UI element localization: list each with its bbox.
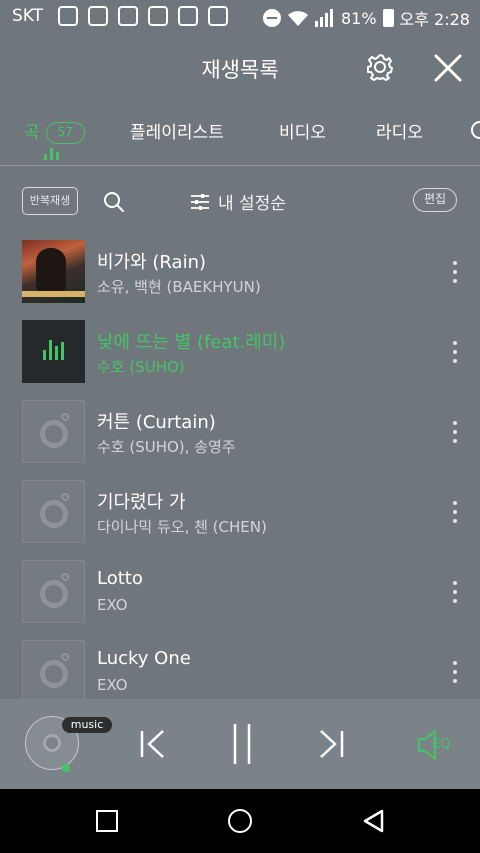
previous-track-icon[interactable] xyxy=(139,729,167,759)
more-options-icon[interactable] xyxy=(451,261,459,283)
message-icon xyxy=(58,6,78,26)
progress-dot xyxy=(62,764,70,772)
song-count-badge: 57 xyxy=(45,122,85,144)
list-item[interactable]: 비가와 (Rain) 소유, 백현 (BAEKHYUN) xyxy=(0,233,480,313)
song-title: 커튼 (Curtain) xyxy=(97,412,216,433)
signal-icon xyxy=(314,9,333,27)
edit-button[interactable]: 편집 xyxy=(413,188,457,212)
tab-radio[interactable]: 라디오 xyxy=(376,118,423,143)
close-icon[interactable] xyxy=(432,52,464,84)
back-icon[interactable] xyxy=(362,809,386,833)
tab-playlist[interactable]: 플레이리스트 xyxy=(130,118,224,143)
song-title: Lotto xyxy=(97,568,143,589)
pause-icon[interactable] xyxy=(230,723,254,765)
system-nav-bar xyxy=(0,789,480,853)
battery-icon xyxy=(382,9,394,27)
do-not-disturb-icon xyxy=(262,9,281,27)
album-art xyxy=(22,320,85,383)
sort-label: 내 설정순 xyxy=(218,194,286,214)
more-options-icon[interactable] xyxy=(451,421,459,443)
next-track-icon[interactable] xyxy=(317,729,345,759)
song-artist: 소유, 백현 (BAEKHYUN) xyxy=(97,278,261,296)
app-icon xyxy=(88,6,108,26)
app-icon xyxy=(178,6,198,26)
status-right: 81% 오후 2:28 xyxy=(262,6,470,30)
tab-overflow[interactable] xyxy=(468,120,480,140)
album-art-placeholder xyxy=(22,400,85,463)
album-art-placeholder xyxy=(22,480,85,543)
tab-video[interactable]: 비디오 xyxy=(279,118,326,143)
equalizer-icon xyxy=(43,340,65,360)
eq-button[interactable]: EQ xyxy=(417,728,457,762)
gear-icon[interactable] xyxy=(365,52,395,82)
song-list: 비가와 (Rain) 소유, 백현 (BAEKHYUN) 낮에 뜨는 별 (fe… xyxy=(0,233,480,713)
list-item[interactable]: Lotto EXO xyxy=(0,553,480,633)
song-title: 비가와 (Rain) xyxy=(97,252,206,273)
song-title: 낮에 뜨는 별 (feat.레미) xyxy=(97,332,286,353)
list-item[interactable]: 기다렸다 가 다이나믹 듀오, 첸 (CHEN) xyxy=(0,473,480,553)
song-artist: 다이나믹 듀오, 첸 (CHEN) xyxy=(97,518,267,536)
now-playing-indicator xyxy=(44,148,62,160)
album-art-placeholder xyxy=(22,640,85,703)
eq-label: EQ xyxy=(432,737,451,752)
search-icon[interactable] xyxy=(103,191,125,213)
song-title: 기다렸다 가 xyxy=(97,492,186,513)
more-options-icon[interactable] xyxy=(451,661,459,683)
heart-icon xyxy=(208,6,228,26)
list-toolbar: 반복재생 내 설정순 편집 xyxy=(0,167,480,233)
status-bar: SKT 81% 오후 2:28 xyxy=(0,0,480,34)
list-item[interactable]: 낮에 뜨는 별 (feat.레미) 수호 (SUHO) xyxy=(0,313,480,393)
notification-icons xyxy=(58,6,228,26)
sort-sliders-icon xyxy=(191,193,209,210)
album-art xyxy=(22,240,85,303)
more-options-icon[interactable] xyxy=(451,581,459,603)
tab-bar: 곡 57 플레이리스트 비디오 라디오 xyxy=(0,100,480,166)
header: 재생목록 xyxy=(0,34,480,100)
list-item[interactable]: 커튼 (Curtain) 수호 (SUHO), 송영주 xyxy=(0,393,480,473)
battery-percent: 81% xyxy=(340,8,377,28)
mini-player: music EQ xyxy=(0,699,480,789)
more-options-icon[interactable] xyxy=(451,341,459,363)
repeat-button[interactable]: 반복재생 xyxy=(22,187,78,215)
song-title: Lucky One xyxy=(97,648,191,669)
page-title: 재생목록 xyxy=(201,58,279,82)
album-art-placeholder xyxy=(22,560,85,623)
tab-songs[interactable]: 곡 57 xyxy=(24,118,85,144)
more-options-icon[interactable] xyxy=(451,501,459,523)
home-icon[interactable] xyxy=(228,809,252,833)
carrier-label: SKT xyxy=(12,6,44,26)
wifi-icon xyxy=(287,11,308,26)
app-icon xyxy=(118,6,138,26)
music-badge: music xyxy=(62,717,112,733)
recent-apps-icon[interactable] xyxy=(96,810,118,832)
clock: 오후 2:28 xyxy=(399,10,470,29)
song-artist: EXO xyxy=(97,596,128,614)
song-artist: 수호 (SUHO), 송영주 xyxy=(97,438,236,456)
gallery-icon xyxy=(148,6,168,26)
tab-songs-label: 곡 xyxy=(24,123,40,143)
sort-button[interactable]: 내 설정순 xyxy=(190,189,286,214)
song-artist: 수호 (SUHO) xyxy=(97,358,185,376)
song-artist: EXO xyxy=(97,676,128,694)
